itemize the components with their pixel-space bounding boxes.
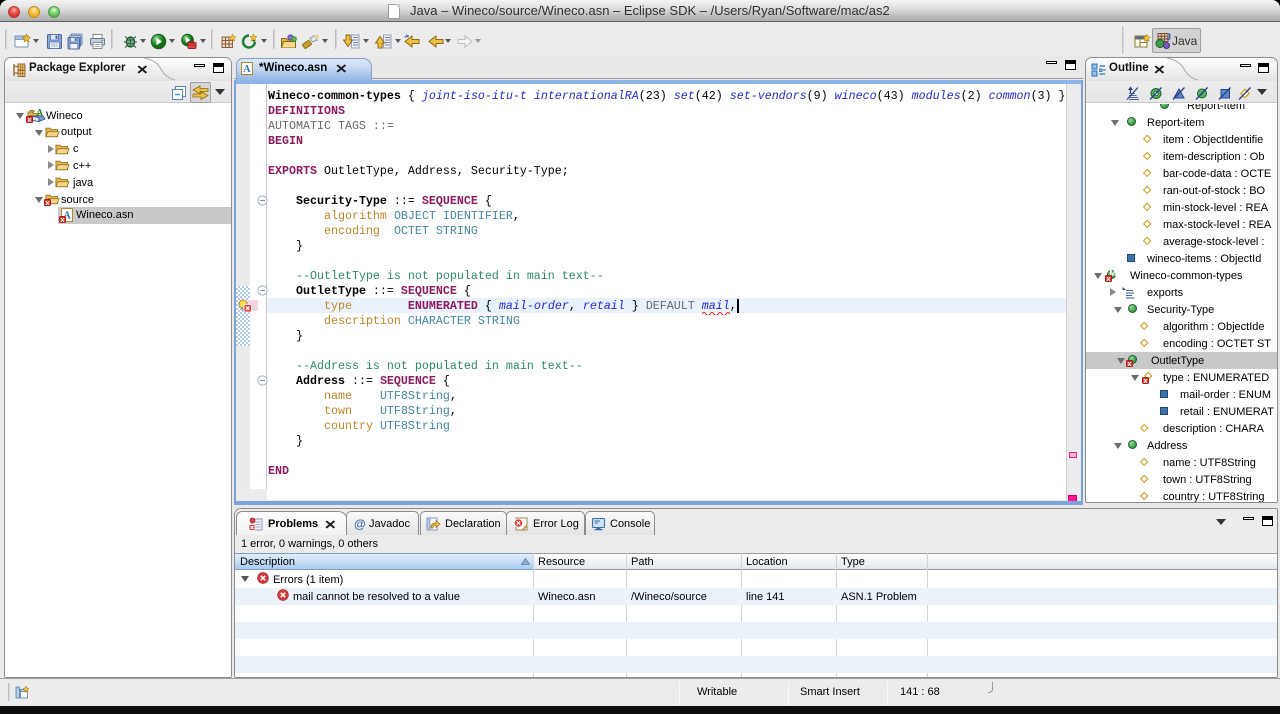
svg-text:A: A <box>37 108 44 118</box>
svg-text:A: A <box>243 64 251 75</box>
svg-text:J: J <box>1166 32 1171 42</box>
